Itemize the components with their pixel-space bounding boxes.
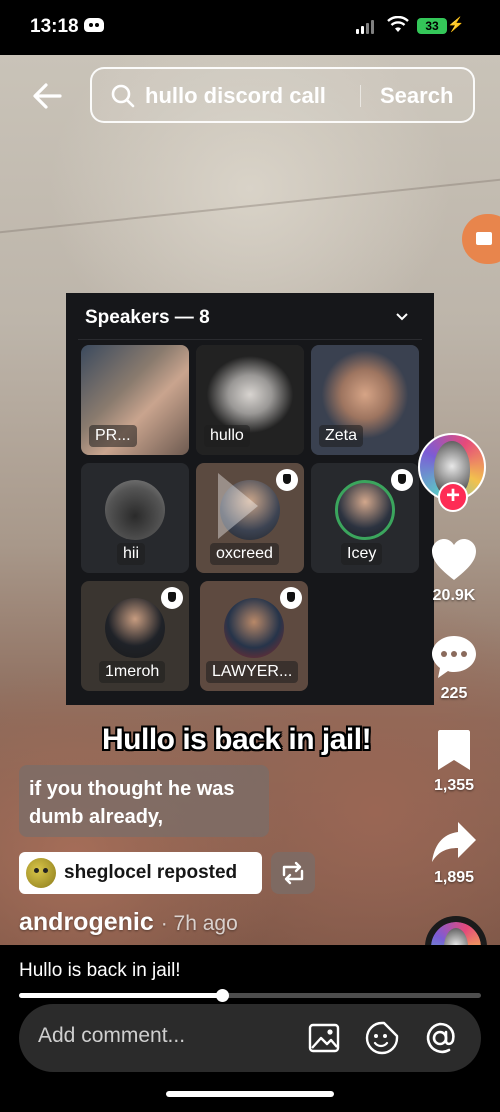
repost-button[interactable] <box>271 852 315 894</box>
heart-icon <box>432 539 476 580</box>
comment-count: 225 <box>440 685 468 702</box>
comment-icon <box>432 636 476 678</box>
moderator-shield-icon <box>280 587 302 609</box>
back-arrow-icon[interactable] <box>30 78 66 114</box>
speakers-title: Speakers — 8 <box>85 307 210 328</box>
save-count: 1,355 <box>433 777 475 794</box>
speaker-name: PR... <box>89 425 137 447</box>
moderator-shield-icon <box>161 587 183 609</box>
progress-fill <box>19 993 223 998</box>
speaker-name: 1meroh <box>99 661 166 683</box>
search-bar[interactable]: hullo discord call Search <box>90 67 475 123</box>
camera-icon <box>476 232 492 245</box>
progress-bar[interactable] <box>19 989 481 1002</box>
repost-label[interactable]: sheglocel reposted <box>19 852 262 894</box>
moderator-shield-icon <box>276 469 298 491</box>
moderator-shield-icon <box>391 469 413 491</box>
share-button[interactable]: 1,895 <box>420 820 488 887</box>
repost-icon <box>282 861 304 885</box>
chevron-down-icon <box>396 313 408 321</box>
speaker-name: hii <box>117 543 146 565</box>
discord-speakers-panel: Speakers — 8 PR... hullo Zeta hii oxcree… <box>66 293 434 705</box>
speaker-tile: PR... <box>81 345 189 455</box>
discord-icon <box>84 18 104 32</box>
play-icon <box>218 473 258 539</box>
reposter-avatar <box>26 858 56 888</box>
author-line[interactable]: androgenic · 7h ago <box>19 908 238 937</box>
video-headline-text: Hullo is back in jail! <box>102 723 372 756</box>
repost-text: sheglocel reposted <box>64 862 238 883</box>
speaker-name: Zeta <box>319 425 364 447</box>
author-name[interactable]: androgenic <box>19 908 154 936</box>
status-bar: 13:18 33 ⚡ <box>0 0 500 55</box>
speaker-tile: hullo <box>196 345 304 455</box>
panel-divider <box>78 339 422 340</box>
speaker-tile: Icey <box>311 463 419 573</box>
search-icon <box>111 84 135 108</box>
speaker-tile: hii <box>81 463 189 573</box>
status-time: 13:18 <box>30 16 79 37</box>
speaker-tile: Zeta <box>311 345 419 455</box>
follow-button[interactable]: + <box>438 482 468 512</box>
charging-bolt-icon: ⚡ <box>447 16 465 32</box>
post-time: · 7h ago <box>160 912 238 935</box>
speaker-name: hullo <box>204 425 250 447</box>
search-divider <box>360 85 361 107</box>
ceiling-edge <box>0 178 500 234</box>
speaker-tile: LAWYER... <box>200 581 308 691</box>
save-button[interactable]: 1,355 <box>420 728 488 795</box>
wifi-icon <box>387 16 409 32</box>
video-description: Hullo is back in jail! <box>19 960 181 981</box>
speaker-tile: oxcreed <box>196 463 304 573</box>
cellular-signal-icon <box>356 20 374 34</box>
speaker-name: LAWYER... <box>206 661 299 683</box>
speaker-name: Icey <box>341 543 383 565</box>
speaker-avatar <box>224 598 284 658</box>
speaker-name: oxcreed <box>210 543 279 565</box>
speaker-tile: 1meroh <box>81 581 189 691</box>
share-count: 1,895 <box>433 869 475 886</box>
comment-bar[interactable]: Add comment... <box>19 1004 481 1072</box>
share-icon <box>432 822 476 862</box>
home-indicator[interactable] <box>166 1091 334 1097</box>
bookmark-icon <box>438 730 470 770</box>
search-button[interactable]: Search <box>380 83 453 109</box>
speaker-avatar <box>335 480 395 540</box>
battery-indicator: 33 <box>417 18 447 34</box>
mention-icon[interactable] <box>423 1021 457 1055</box>
like-count: 20.9K <box>432 587 476 604</box>
like-button[interactable]: 20.9K <box>420 538 488 605</box>
speaker-avatar <box>105 480 165 540</box>
search-query[interactable]: hullo discord call <box>145 83 326 109</box>
speaker-avatar <box>105 598 165 658</box>
emoji-icon[interactable] <box>365 1021 399 1055</box>
comment-input[interactable]: Add comment... <box>38 1024 185 1048</box>
image-icon[interactable] <box>307 1021 341 1055</box>
video-caption-text: if you thought he was dumb already, <box>19 765 269 837</box>
comment-button[interactable]: 225 <box>420 634 488 703</box>
